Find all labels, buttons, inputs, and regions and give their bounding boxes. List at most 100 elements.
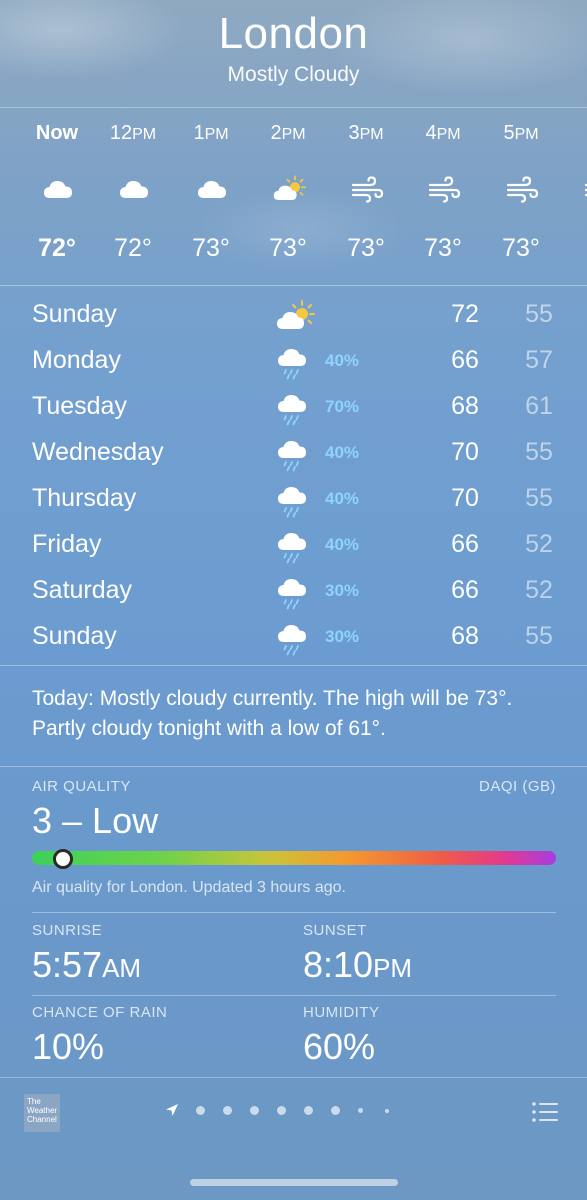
- divider: [0, 285, 587, 286]
- sunset-value: 8:10PM: [303, 944, 412, 986]
- chance-of-rain-value: 10%: [32, 1026, 105, 1067]
- chance-of-rain-label: CHANCE OF RAIN: [32, 1004, 168, 1021]
- sunset-time: 8:10: [303, 944, 374, 985]
- divider: [32, 912, 556, 913]
- daily-row: Tuesday 70% 68 61: [0, 384, 587, 430]
- low-temp: 55: [525, 300, 553, 328]
- page-dot[interactable]: [304, 1106, 313, 1115]
- high-temp: 70: [451, 484, 479, 512]
- cloud-icon: [195, 174, 229, 204]
- page-dot[interactable]: [358, 1108, 363, 1113]
- air-quality-source[interactable]: DAQI (GB): [479, 778, 556, 795]
- hourly-time: 3PM: [327, 122, 405, 145]
- hourly-temp: 73°: [502, 234, 540, 262]
- hourly-time-value: 3: [348, 122, 360, 144]
- daily-row: Thursday 40% 70 55: [0, 476, 587, 522]
- high-temp: 66: [451, 346, 479, 374]
- wind-icon: [427, 174, 461, 204]
- hourly-temp: 72°: [38, 234, 76, 262]
- hourly-forecast[interactable]: Now 72° 12PM 72° 1PM 73° 2PM 73° 3PM 73° 4PM 73° 5PM…: [0, 108, 587, 284]
- list-icon[interactable]: [531, 1101, 559, 1123]
- low-temp: 55: [525, 438, 553, 466]
- high-temp: 70: [451, 438, 479, 466]
- sunrise-label: SUNRISE: [32, 922, 103, 939]
- hourly-time: 2PM: [249, 122, 327, 145]
- hourly-time-ampm: PM: [359, 126, 384, 143]
- rain-cloud-icon: [275, 344, 315, 380]
- high-temp: 66: [451, 576, 479, 604]
- cloud-icon: [117, 174, 151, 204]
- hourly-time-value: 2: [270, 122, 282, 144]
- precip-chance: 40%: [325, 443, 360, 462]
- page-dot[interactable]: [250, 1106, 259, 1115]
- rain-cloud-icon: [275, 528, 315, 564]
- daily-row: Friday 40% 66 52: [0, 522, 587, 568]
- home-indicator[interactable]: [190, 1179, 398, 1186]
- humidity-value: 60%: [303, 1026, 376, 1067]
- day-name: Tuesday: [32, 392, 127, 420]
- partly-sunny-icon: [275, 298, 315, 334]
- low-temp: 57: [525, 346, 553, 374]
- air-quality-value: 3 – Low: [32, 800, 159, 841]
- rain-cloud-icon: [275, 620, 315, 656]
- page-dot[interactable]: [331, 1106, 340, 1115]
- hourly-time-value: 12: [109, 122, 133, 144]
- precip-chance: 70%: [325, 397, 360, 416]
- sunset-ampm: PM: [373, 953, 413, 983]
- precip-chance: 30%: [325, 627, 360, 646]
- hourly-time-value: 4: [425, 122, 437, 144]
- day-name: Sunday: [32, 300, 117, 328]
- hourly-time-ampm: PM: [132, 126, 157, 143]
- page-dot[interactable]: [196, 1106, 205, 1115]
- hourly-temp: 7: [560, 234, 587, 263]
- low-temp: 55: [525, 484, 553, 512]
- page-dot[interactable]: [277, 1106, 286, 1115]
- divider: [0, 665, 587, 666]
- hourly-time-ampm: PM: [281, 126, 306, 143]
- hourly-time-ampm: PM: [204, 126, 229, 143]
- precip-chance: 40%: [325, 489, 360, 508]
- partly-sunny-icon: [272, 174, 306, 204]
- weather-channel-logo[interactable]: The Weather Channel: [24, 1094, 60, 1132]
- wind-icon: [505, 174, 539, 204]
- hourly-time-ampm: PM: [514, 126, 539, 143]
- hourly-time: Now: [18, 122, 96, 145]
- sunset-label: SUNSET: [303, 922, 367, 939]
- low-temp: 52: [525, 530, 553, 558]
- weather-channel-logo-text: The Weather Channel: [27, 1097, 58, 1124]
- daily-row: Saturday 30% 66 52: [0, 568, 587, 614]
- low-temp: 55: [525, 622, 553, 650]
- day-name: Monday: [32, 346, 121, 374]
- rain-cloud-icon: [275, 574, 315, 610]
- hourly-temp: 72°: [114, 234, 152, 262]
- wind-icon: [583, 174, 587, 204]
- divider: [32, 995, 556, 996]
- hourly-time-value: 1: [193, 122, 205, 144]
- humidity-label: HUMIDITY: [303, 1004, 380, 1021]
- hourly-temp: 73°: [192, 234, 230, 262]
- sunrise-value: 5:57AM: [32, 944, 141, 986]
- daily-row: Wednesday 40% 70 55: [0, 430, 587, 476]
- high-temp: 68: [451, 622, 479, 650]
- hourly-time-value: 5: [503, 122, 515, 144]
- page-dot[interactable]: [385, 1109, 389, 1113]
- page-dot[interactable]: [223, 1106, 232, 1115]
- air-quality-note: Air quality for London. Updated 3 hours …: [32, 879, 346, 896]
- day-name: Saturday: [32, 576, 133, 604]
- today-summary: Today: Mostly cloudy currently. The high…: [32, 687, 513, 740]
- low-temp: 52: [525, 576, 553, 604]
- divider: [0, 766, 587, 767]
- low-temp: 61: [525, 392, 553, 420]
- rain-cloud-icon: [275, 482, 315, 518]
- hourly-time: 1PM: [172, 122, 250, 145]
- precip-chance: 40%: [325, 351, 360, 370]
- current-condition: Mostly Cloudy: [227, 63, 360, 86]
- rain-cloud-icon: [275, 436, 315, 472]
- hourly-temp: 73°: [424, 234, 462, 262]
- hourly-time: 6: [560, 122, 587, 145]
- day-name: Sunday: [32, 622, 117, 650]
- air-quality-indicator: [52, 849, 73, 869]
- rain-cloud-icon: [275, 390, 315, 426]
- city-name: London: [218, 9, 369, 58]
- precip-chance: 40%: [325, 535, 360, 554]
